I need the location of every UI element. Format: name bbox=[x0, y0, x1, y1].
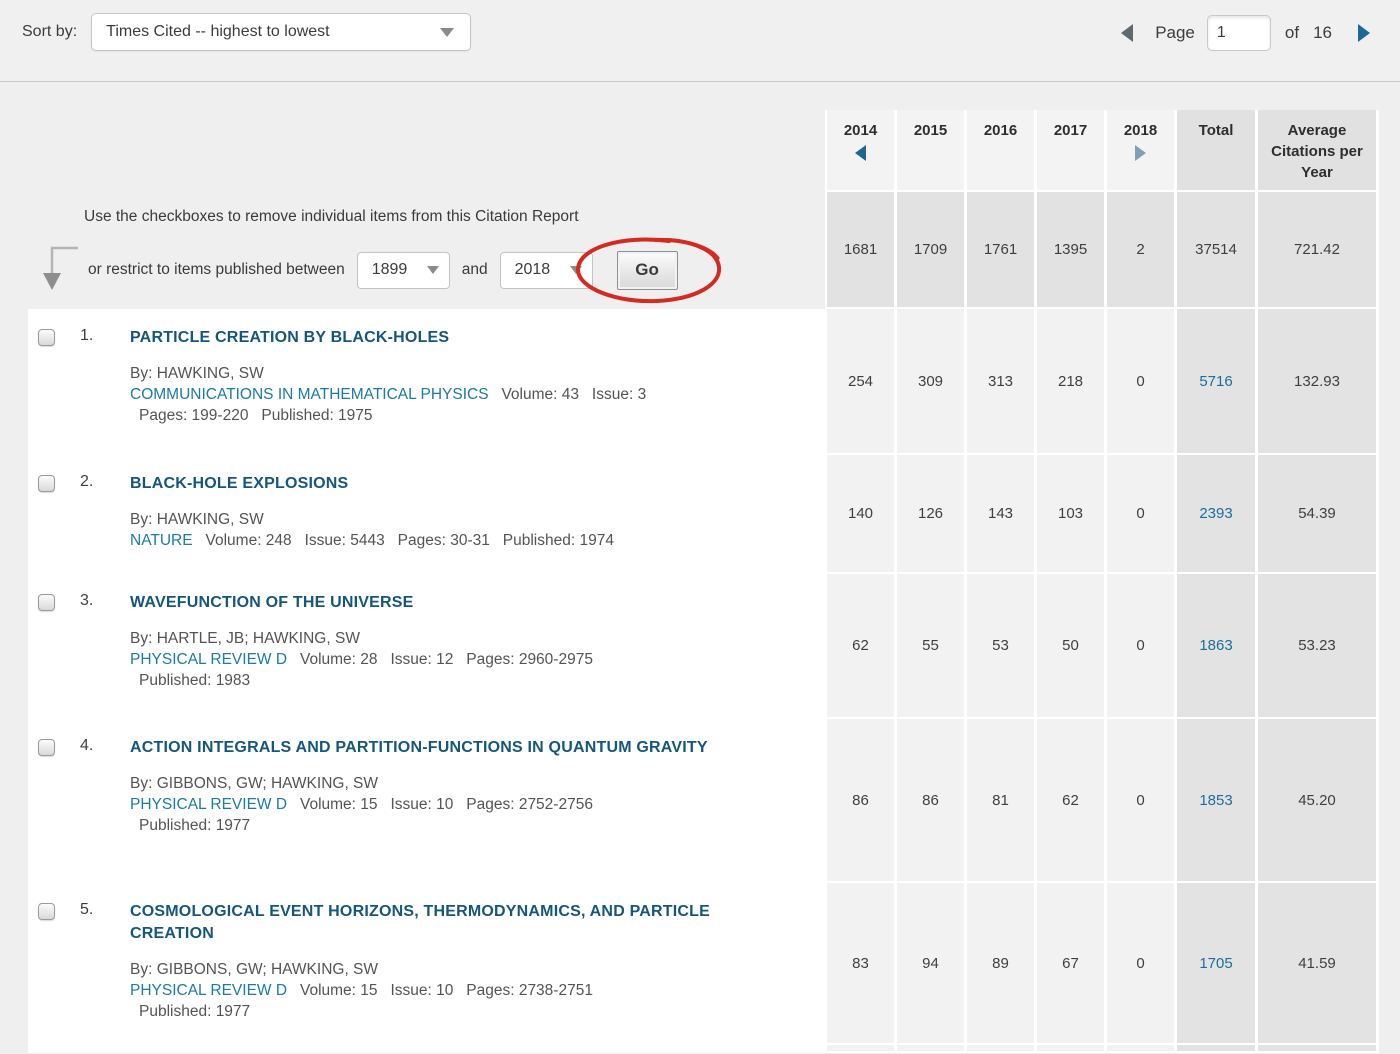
sort-dropdown[interactable]: Times Cited -- highest to lowest bbox=[91, 13, 471, 51]
to-year-value: 2018 bbox=[515, 261, 551, 279]
scroll-years-right-icon[interactable] bbox=[1135, 145, 1146, 161]
result-row: 5. COSMOLOGICAL EVENT HORIZONS, THERMODY… bbox=[0, 883, 1400, 1045]
item-title-link[interactable]: WAVEFUNCTION OF THE UNIVERSE bbox=[130, 592, 785, 614]
item-authors: By: HAWKING, SW bbox=[130, 509, 785, 530]
to-year-dropdown[interactable]: 2018 bbox=[500, 252, 593, 289]
summary-2015: 1709 bbox=[897, 192, 964, 307]
item-checkbox[interactable] bbox=[38, 475, 55, 492]
chevron-down-icon bbox=[570, 266, 582, 274]
journal-link[interactable]: PHYSICAL REVIEW D bbox=[130, 651, 287, 668]
elbow-down-arrow-icon bbox=[38, 244, 80, 292]
item-meta: Volume: 28 Issue: 12 Pages: 2960-2975 bbox=[287, 651, 593, 668]
sort-by-label: Sort by: bbox=[22, 23, 77, 41]
sort-group: Sort by: Times Cited -- highest to lowes… bbox=[22, 13, 471, 51]
item-number: 4. bbox=[80, 737, 130, 755]
page-label: Page bbox=[1155, 23, 1195, 43]
journal-link[interactable]: COMMUNICATIONS IN MATHEMATICAL PHYSICS bbox=[130, 386, 489, 403]
column-header-average: Average Citations per Year bbox=[1258, 110, 1376, 190]
column-header-2017: 2017 bbox=[1037, 110, 1104, 190]
item-meta-2: Published: 1977 bbox=[130, 1001, 785, 1022]
pagination: Page of 16 bbox=[1121, 15, 1370, 51]
total-citations-link[interactable]: 1863 bbox=[1199, 637, 1232, 654]
go-button[interactable]: Go bbox=[617, 251, 678, 290]
total-citations-link[interactable]: 2393 bbox=[1199, 505, 1232, 522]
item-number: 5. bbox=[80, 901, 130, 919]
item-title-link[interactable]: BLACK-HOLE EXPLOSIONS bbox=[130, 473, 785, 495]
item-meta: Volume: 248 Issue: 5443 Pages: 30-31 Pub… bbox=[193, 532, 614, 549]
and-label: and bbox=[462, 261, 488, 279]
item-title-link[interactable]: COSMOLOGICAL EVENT HORIZONS, THERMODYNAM… bbox=[130, 901, 785, 945]
item-title-link[interactable]: ACTION INTEGRALS AND PARTITION-FUNCTIONS… bbox=[130, 737, 785, 759]
checkbox-instruction: Use the checkboxes to remove individual … bbox=[84, 208, 825, 226]
column-header-2016: 2016 bbox=[967, 110, 1034, 190]
journal-link[interactable]: PHYSICAL REVIEW D bbox=[130, 982, 287, 999]
item-meta: Volume: 15 Issue: 10 Pages: 2738-2751 bbox=[287, 982, 593, 999]
result-row: 1. PARTICLE CREATION BY BLACK-HOLES By: … bbox=[0, 309, 1400, 455]
column-header-2015: 2015 bbox=[897, 110, 964, 190]
scroll-years-left-icon[interactable] bbox=[855, 145, 866, 161]
item-checkbox[interactable] bbox=[38, 903, 55, 920]
summary-2014: 1681 bbox=[827, 192, 894, 307]
item-number: 2. bbox=[80, 473, 130, 491]
item-meta: Volume: 43 Issue: 3 bbox=[489, 386, 647, 403]
summary-total: 37514 bbox=[1177, 192, 1255, 307]
column-header-2018[interactable]: 2018 bbox=[1107, 110, 1174, 190]
restrict-controls: or restrict to items published between 1… bbox=[38, 248, 825, 292]
item-authors: By: GIBBONS, GW; HAWKING, SW bbox=[130, 773, 785, 794]
total-pages: 16 bbox=[1313, 23, 1332, 43]
result-row: 4. ACTION INTEGRALS AND PARTITION-FUNCTI… bbox=[0, 719, 1400, 883]
column-header-2014[interactable]: 2014 bbox=[827, 110, 894, 190]
summary-2016: 1761 bbox=[967, 192, 1034, 307]
chevron-down-icon bbox=[440, 28, 454, 37]
summary-2018: 2 bbox=[1107, 192, 1174, 307]
item-authors: By: GIBBONS, GW; HAWKING, SW bbox=[130, 959, 785, 980]
summary-2017: 1395 bbox=[1037, 192, 1104, 307]
column-header-total: Total bbox=[1177, 110, 1255, 190]
item-meta-2: Published: 1983 bbox=[130, 670, 785, 691]
item-number: 1. bbox=[80, 327, 130, 345]
journal-link[interactable]: PHYSICAL REVIEW D bbox=[130, 796, 287, 813]
item-authors: By: HAWKING, SW bbox=[130, 363, 785, 384]
of-label: of bbox=[1285, 23, 1299, 43]
total-citations-link[interactable]: 1705 bbox=[1199, 955, 1232, 972]
item-authors: By: HARTLE, JB; HAWKING, SW bbox=[130, 628, 785, 649]
result-row-partial bbox=[0, 1045, 1400, 1053]
item-number: 3. bbox=[80, 592, 130, 610]
next-page-icon[interactable] bbox=[1358, 24, 1370, 42]
item-checkbox[interactable] bbox=[38, 329, 55, 346]
result-row: 3. WAVEFUNCTION OF THE UNIVERSE By: HART… bbox=[0, 574, 1400, 719]
journal-link[interactable]: NATURE bbox=[130, 532, 193, 549]
item-checkbox[interactable] bbox=[38, 739, 55, 756]
item-meta: Volume: 15 Issue: 10 Pages: 2752-2756 bbox=[287, 796, 593, 813]
citation-report: 2014 2015 2016 2017 2018 Total Average C… bbox=[0, 110, 1400, 1053]
summary-row: Use the checkboxes to remove individual … bbox=[0, 192, 1400, 309]
restrict-label: or restrict to items published between bbox=[88, 261, 345, 279]
result-row: 2. BLACK-HOLE EXPLOSIONS By: HAWKING, SW… bbox=[0, 455, 1400, 574]
summary-average: 721.42 bbox=[1258, 192, 1376, 307]
table-header-row: 2014 2015 2016 2017 2018 Total Average C… bbox=[0, 110, 1400, 192]
sort-dropdown-value: Times Cited -- highest to lowest bbox=[106, 23, 329, 41]
total-citations-link[interactable]: 1853 bbox=[1199, 792, 1232, 809]
toolbar: Sort by: Times Cited -- highest to lowes… bbox=[0, 0, 1400, 82]
item-meta-2: Published: 1977 bbox=[130, 815, 785, 836]
previous-page-icon[interactable] bbox=[1121, 24, 1133, 42]
item-meta-2: Pages: 199-220 Published: 1975 bbox=[130, 405, 785, 426]
total-citations-link[interactable]: 5716 bbox=[1199, 373, 1232, 390]
item-checkbox[interactable] bbox=[38, 594, 55, 611]
item-title-link[interactable]: PARTICLE CREATION BY BLACK-HOLES bbox=[130, 327, 785, 349]
from-year-dropdown[interactable]: 1899 bbox=[357, 252, 450, 289]
chevron-down-icon bbox=[427, 266, 439, 274]
from-year-value: 1899 bbox=[372, 261, 408, 279]
page-number-input[interactable] bbox=[1207, 15, 1271, 51]
